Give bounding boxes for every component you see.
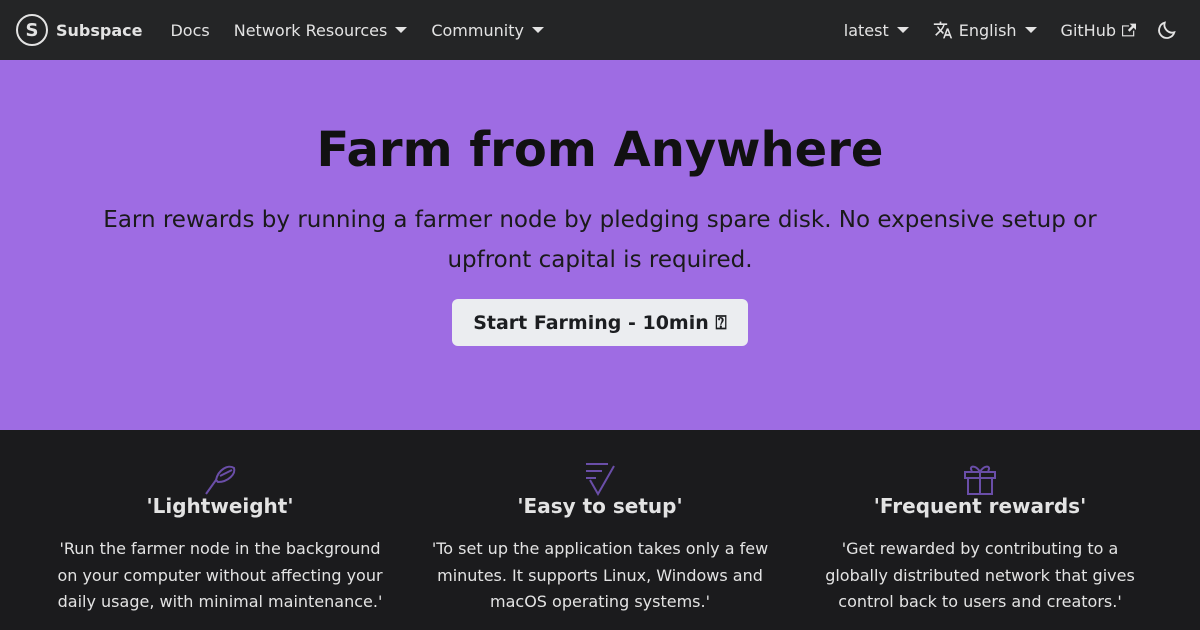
nav-network-resources-label: Network Resources (233, 20, 388, 40)
hero-banner: Farm from Anywhere Earn rewards by runni… (0, 60, 1200, 430)
caret-down-icon (1024, 27, 1037, 33)
caret-down-icon (896, 27, 909, 33)
feature-title: 'Frequent rewards' (873, 494, 1087, 518)
hero-title: Farm from Anywhere (316, 122, 884, 178)
gift-icon (964, 465, 996, 495)
navbar-right: latest English GitHub (832, 19, 1184, 41)
nav-docs-link[interactable]: Docs (158, 21, 221, 40)
github-label: GitHub (1060, 20, 1116, 40)
nav-community-dropdown[interactable]: Community (419, 21, 556, 40)
nav-community-label: Community (431, 20, 524, 40)
feature-description: 'To set up the application takes only a … (431, 539, 769, 611)
caret-down-icon (395, 27, 408, 33)
navbar: S Subspace Docs Network Resources Commun… (0, 0, 1200, 60)
feather-icon (205, 465, 236, 495)
start-farming-button[interactable]: Start Farming - 10min ⍰ (452, 299, 748, 346)
feature-title: 'Lightweight' (146, 494, 294, 518)
hero-subtitle: Earn rewards by running a farmer node by… (103, 207, 1097, 273)
feature-description: 'Get rewarded by contributing to a globa… (825, 539, 1135, 611)
version-dropdown[interactable]: latest (832, 21, 921, 40)
dark-mode-toggle-icon[interactable] (1156, 19, 1178, 41)
feature-title: 'Easy to setup' (517, 494, 683, 518)
translate-icon (933, 21, 952, 39)
feature-description: 'Run the farmer node in the background o… (57, 539, 383, 611)
caret-down-icon (531, 27, 544, 33)
nav-network-resources-dropdown[interactable]: Network Resources (222, 21, 420, 40)
github-link[interactable]: GitHub (1049, 21, 1148, 40)
nav-docs-label: Docs (170, 20, 210, 40)
brand-name: Subspace (56, 20, 143, 40)
language-label: English (958, 20, 1017, 40)
brand-link[interactable]: S Subspace (16, 14, 142, 46)
language-dropdown[interactable]: English (921, 20, 1049, 40)
subspace-logo-icon: S (16, 14, 48, 46)
features-section: 'Lightweight' 'Run the farmer node in th… (0, 430, 1200, 630)
external-link-icon (1122, 23, 1136, 37)
checklist-icon (586, 463, 615, 496)
version-label: latest (843, 20, 889, 40)
